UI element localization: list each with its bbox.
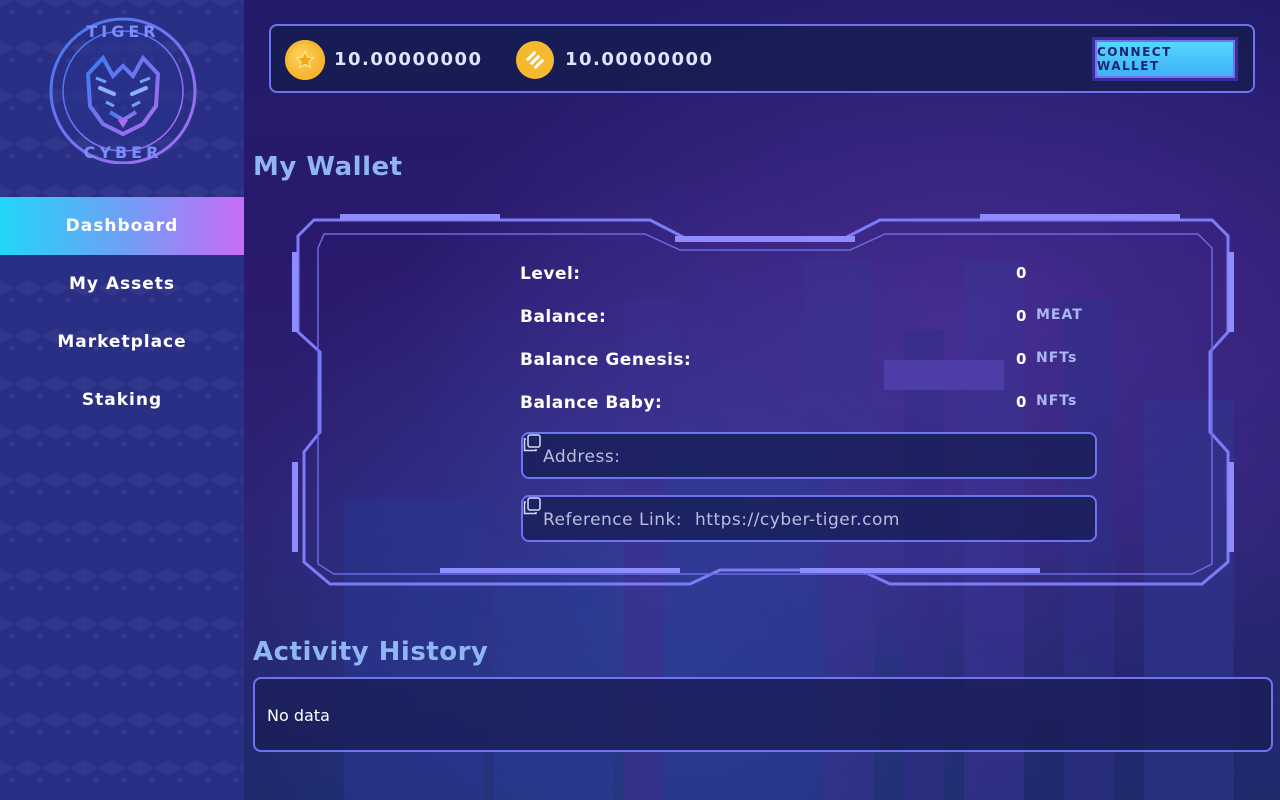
reference-link-label: Reference Link: [543, 510, 683, 530]
bnb-coin-icon [516, 41, 554, 79]
activity-history-table: No data [253, 677, 1273, 752]
balance-baby-value: 0 [1016, 393, 1027, 411]
copy-address-icon[interactable] [523, 434, 541, 452]
balance-genesis-label: Balance Genesis: [520, 350, 692, 370]
balance-unit: MEAT [1036, 307, 1083, 323]
balance-genesis-value: 0 [1016, 350, 1027, 368]
wallet-card: Level: 0 Balance: 0 MEAT Balance Genesis… [290, 212, 1236, 590]
no-data-text: No data [267, 706, 330, 725]
my-wallet-title: My Wallet [253, 152, 403, 182]
copy-reference-link-icon[interactable] [523, 497, 541, 515]
sidebar-item-staking[interactable]: Staking [0, 371, 244, 429]
token-balance-2: 10.00000000 [565, 49, 714, 70]
sidebar: TIGER CYBER Dashboard My Assets Marketpl… [0, 0, 244, 800]
level-value: 0 [1016, 264, 1027, 282]
tiger-cyber-logo[interactable]: TIGER CYBER [48, 16, 198, 164]
balance-value: 0 [1016, 307, 1027, 325]
reference-link-value: https://cyber-tiger.com [695, 510, 900, 530]
token-balance-1: 10.00000000 [334, 49, 483, 70]
reference-link-field[interactable]: Reference Link: https://cyber-tiger.com [521, 495, 1097, 542]
address-field[interactable]: Address: [521, 432, 1097, 479]
logo-text-bottom: CYBER [83, 143, 163, 162]
sidebar-item-my-assets[interactable]: My Assets [0, 255, 244, 313]
main-content: 10.00000000 10.00000000 CONNECT WALLET M… [244, 0, 1280, 800]
sidebar-nav: Dashboard My Assets Marketplace Staking [0, 197, 244, 429]
gold-coin-icon [285, 40, 325, 80]
connect-wallet-button[interactable]: CONNECT WALLET [1095, 40, 1235, 78]
sidebar-item-dashboard[interactable]: Dashboard [0, 197, 244, 255]
address-label: Address: [543, 447, 621, 467]
balance-label: Balance: [520, 307, 607, 327]
activity-history-title: Activity History [253, 637, 489, 667]
balance-bar: 10.00000000 10.00000000 CONNECT WALLET [269, 24, 1255, 93]
balance-baby-label: Balance Baby: [520, 393, 663, 413]
balance-baby-unit: NFTs [1036, 393, 1078, 409]
sidebar-item-marketplace[interactable]: Marketplace [0, 313, 244, 371]
logo-text-top: TIGER [86, 22, 160, 41]
balance-genesis-unit: NFTs [1036, 350, 1078, 366]
level-label: Level: [520, 264, 581, 284]
